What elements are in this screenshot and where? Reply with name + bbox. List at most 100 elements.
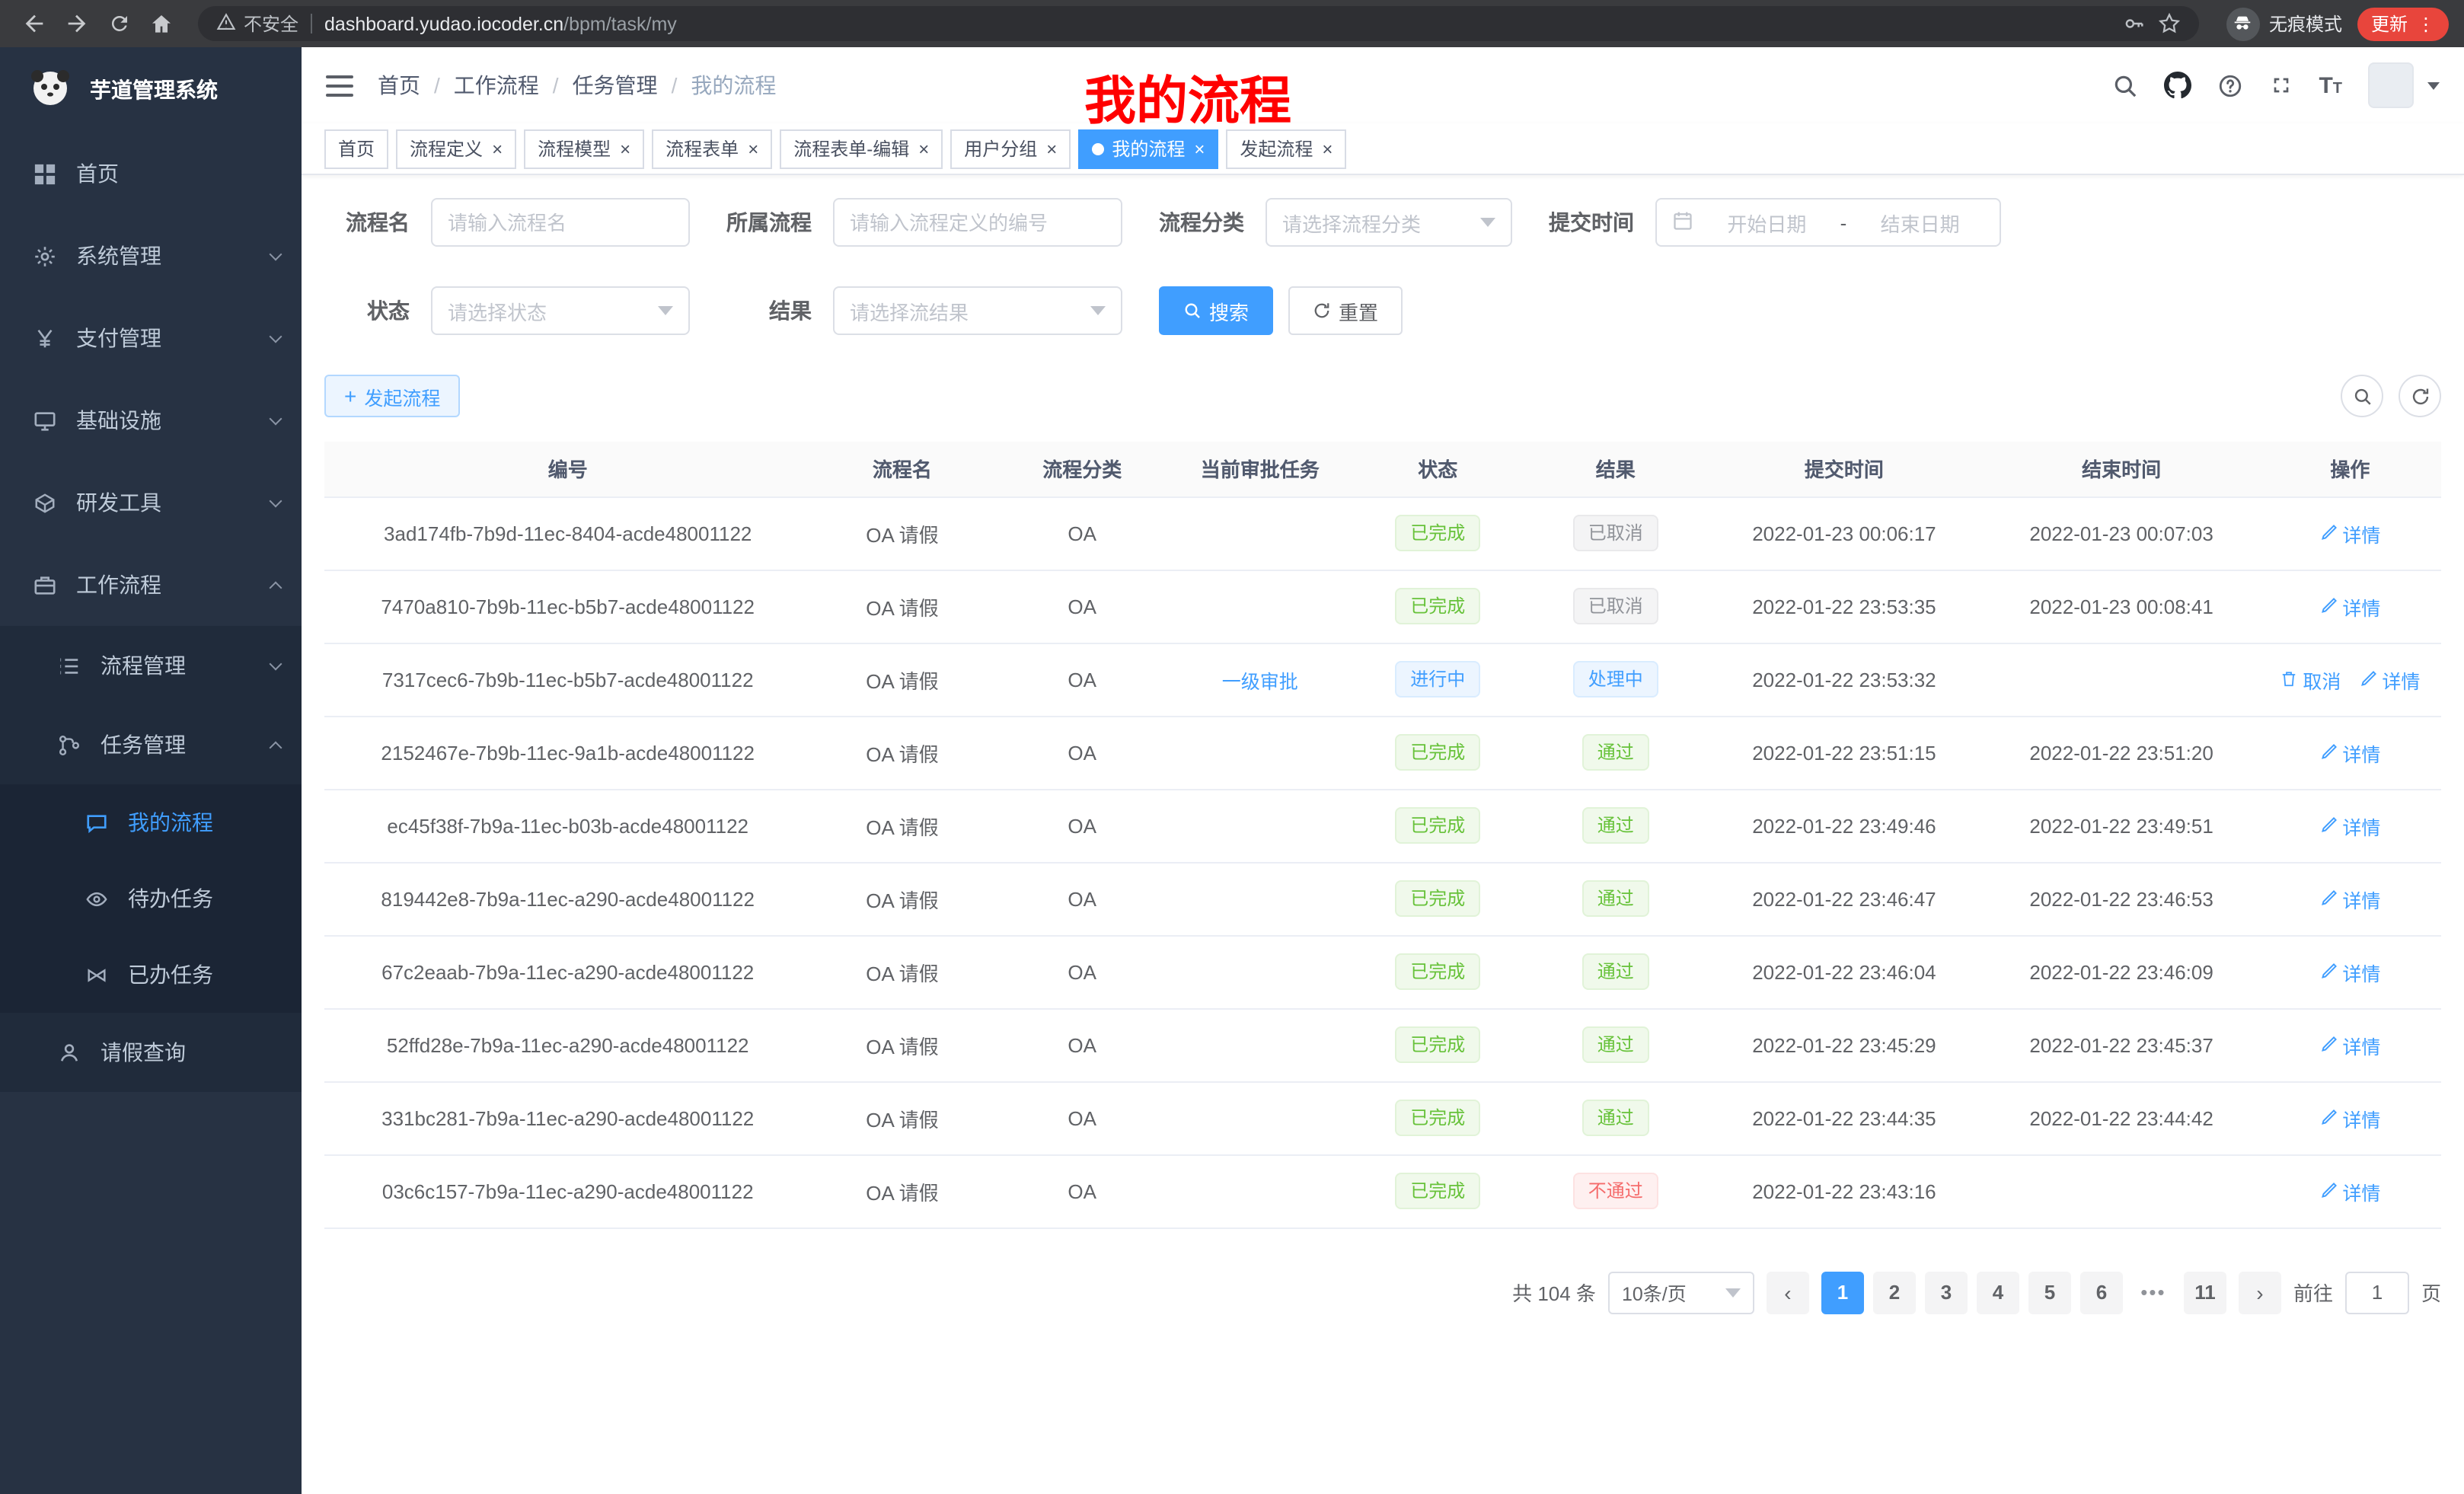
page-number-1[interactable]: 1 [1821, 1271, 1864, 1314]
github-icon[interactable] [2163, 72, 2191, 99]
cell-submit-time: 2022-01-22 23:46:04 [1704, 935, 1984, 1008]
avatar[interactable] [2368, 62, 2414, 108]
browser-menu-icon[interactable]: ⋮ [2417, 13, 2435, 34]
chevron-down-icon[interactable] [2427, 81, 2440, 89]
cell-status: 已完成 [1348, 862, 1527, 935]
breadcrumb-item-home[interactable]: 首页 [378, 70, 420, 101]
status-select[interactable]: 请选择状态 [431, 286, 690, 335]
fullscreen-icon[interactable] [2268, 73, 2293, 97]
forward-button[interactable] [58, 5, 94, 42]
sidebar-item-dev-tools[interactable]: 研发工具 [0, 461, 302, 544]
page-number-4[interactable]: 4 [1977, 1271, 2019, 1314]
incognito-badge[interactable]: 无痕模式 [2226, 7, 2342, 40]
process-def-field[interactable] [850, 211, 1106, 234]
page-number-6[interactable]: 6 [2080, 1271, 2123, 1314]
sidebar-item-done-tasks[interactable]: 已办任务 [0, 937, 302, 1013]
tab-item-2[interactable]: 流程模型× [524, 129, 644, 168]
search-button[interactable]: 搜索 [1159, 286, 1273, 335]
process-def-input[interactable] [833, 198, 1122, 247]
breadcrumb-item-task-management[interactable]: 任务管理 [573, 70, 658, 101]
result-select[interactable]: 请选择流结果 [833, 286, 1122, 335]
breadcrumb: 首页 / 工作流程 / 任务管理 / 我的流程 [378, 70, 776, 101]
close-icon[interactable]: × [918, 139, 929, 158]
sidebar-item-infrastructure[interactable]: 基础设施 [0, 379, 302, 461]
page-number-5[interactable]: 5 [2028, 1271, 2071, 1314]
category-select[interactable]: 请选择流程分类 [1266, 198, 1512, 247]
home-button[interactable] [143, 5, 180, 42]
create-process-button[interactable]: + 发起流程 [324, 375, 460, 417]
close-icon[interactable]: × [1322, 139, 1333, 158]
detail-link[interactable]: 详情 [2359, 665, 2420, 694]
page-number-2[interactable]: 2 [1873, 1271, 1916, 1314]
sidebar-item-home[interactable]: 首页 [0, 132, 302, 215]
breadcrumb-item-workflow[interactable]: 工作流程 [454, 70, 539, 101]
status-badge: 进行中 [1395, 661, 1480, 698]
detail-link[interactable]: 详情 [2319, 519, 2380, 547]
address-bar[interactable]: 不安全 dashboard.yudao.iocoder.cn/bpm/task/… [198, 6, 2199, 41]
refresh-table-button[interactable] [2399, 375, 2441, 417]
process-name-field[interactable] [448, 211, 673, 234]
detail-link[interactable]: 详情 [2319, 957, 2380, 986]
cell-result: 通过 [1527, 1008, 1705, 1081]
app-logo[interactable]: 芋道管理系统 [0, 47, 302, 132]
next-page-button[interactable]: › [2239, 1271, 2281, 1314]
close-icon[interactable]: × [748, 139, 758, 158]
status-badge: 已完成 [1395, 953, 1480, 990]
page-size-select[interactable]: 10条/页 [1608, 1271, 1754, 1314]
sidebar-item-todo-tasks[interactable]: 待办任务 [0, 860, 302, 937]
sidebar-item-my-process[interactable]: 我的流程 [0, 784, 302, 860]
tab-item-1[interactable]: 流程定义× [396, 129, 516, 168]
cell-category: OA [993, 1008, 1171, 1081]
help-icon[interactable] [2217, 72, 2242, 98]
update-button[interactable]: 更新 ⋮ [2357, 7, 2449, 40]
tab-item-0[interactable]: 首页 [324, 129, 388, 168]
close-icon[interactable]: × [492, 139, 503, 158]
detail-link[interactable]: 详情 [2319, 1103, 2380, 1132]
submit-time-range-picker[interactable]: 开始日期 - 结束日期 [1655, 198, 2001, 247]
cell-current-task: 一级审批 [1171, 643, 1349, 716]
prev-page-button[interactable]: ‹ [1767, 1271, 1809, 1314]
search-toggle-button[interactable] [2341, 375, 2383, 417]
detail-link[interactable]: 详情 [2319, 1176, 2380, 1205]
reset-button[interactable]: 重置 [1288, 286, 1403, 335]
tab-item-6[interactable]: 我的流程× [1078, 129, 1218, 168]
sidebar-item-system[interactable]: 系统管理 [0, 215, 302, 297]
close-icon[interactable]: × [1046, 139, 1057, 158]
sidebar-item-process-management[interactable]: 流程管理 [0, 626, 302, 705]
tab-item-4[interactable]: 流程表单-编辑× [780, 129, 943, 168]
cancel-link[interactable]: 取消 [2280, 665, 2341, 694]
detail-link[interactable]: 详情 [2319, 884, 2380, 913]
filter-result: 结果 请选择流结果 [726, 286, 1122, 335]
cell-id: 03c6c157-7b9a-11ec-a290-acde48001122 [324, 1154, 811, 1227]
pages-ellipsis[interactable]: ••• [2132, 1271, 2175, 1314]
detail-link[interactable]: 详情 [2319, 811, 2380, 840]
sidebar-item-workflow[interactable]: 工作流程 [0, 544, 302, 626]
bookmark-star-icon[interactable] [2158, 12, 2181, 35]
sidebar-item-task-management[interactable]: 任务管理 [0, 705, 302, 784]
tab-item-5[interactable]: 用户分组× [950, 129, 1071, 168]
back-button[interactable] [15, 5, 52, 42]
url-text: dashboard.yudao.iocoder.cn/bpm/task/my [324, 13, 2111, 34]
hamburger-icon[interactable] [326, 74, 353, 97]
security-indicator[interactable]: 不安全 [216, 11, 298, 37]
detail-link[interactable]: 详情 [2319, 592, 2380, 621]
password-key-icon[interactable] [2123, 12, 2146, 35]
page-number-11[interactable]: 11 [2184, 1271, 2226, 1314]
tab-item-3[interactable]: 流程表单× [652, 129, 772, 168]
page-number-3[interactable]: 3 [1925, 1271, 1968, 1314]
close-icon[interactable]: × [620, 139, 630, 158]
jumper-input[interactable] [2345, 1271, 2409, 1314]
app-title: 芋道管理系统 [90, 75, 218, 105]
chevron-up-icon [270, 582, 282, 595]
reload-button[interactable] [101, 5, 137, 42]
detail-link[interactable]: 详情 [2319, 1030, 2380, 1059]
sidebar-item-leave-query[interactable]: 请假查询 [0, 1013, 302, 1092]
font-size-icon[interactable]: TT [2319, 72, 2342, 98]
process-name-input[interactable] [431, 198, 690, 247]
search-icon[interactable] [2111, 72, 2137, 98]
sidebar-item-payment[interactable]: 支付管理 [0, 297, 302, 379]
tab-item-7[interactable]: 发起流程× [1226, 129, 1346, 168]
detail-link[interactable]: 详情 [2319, 738, 2380, 767]
current-task-link[interactable]: 一级审批 [1222, 665, 1298, 694]
close-icon[interactable]: × [1194, 139, 1205, 158]
